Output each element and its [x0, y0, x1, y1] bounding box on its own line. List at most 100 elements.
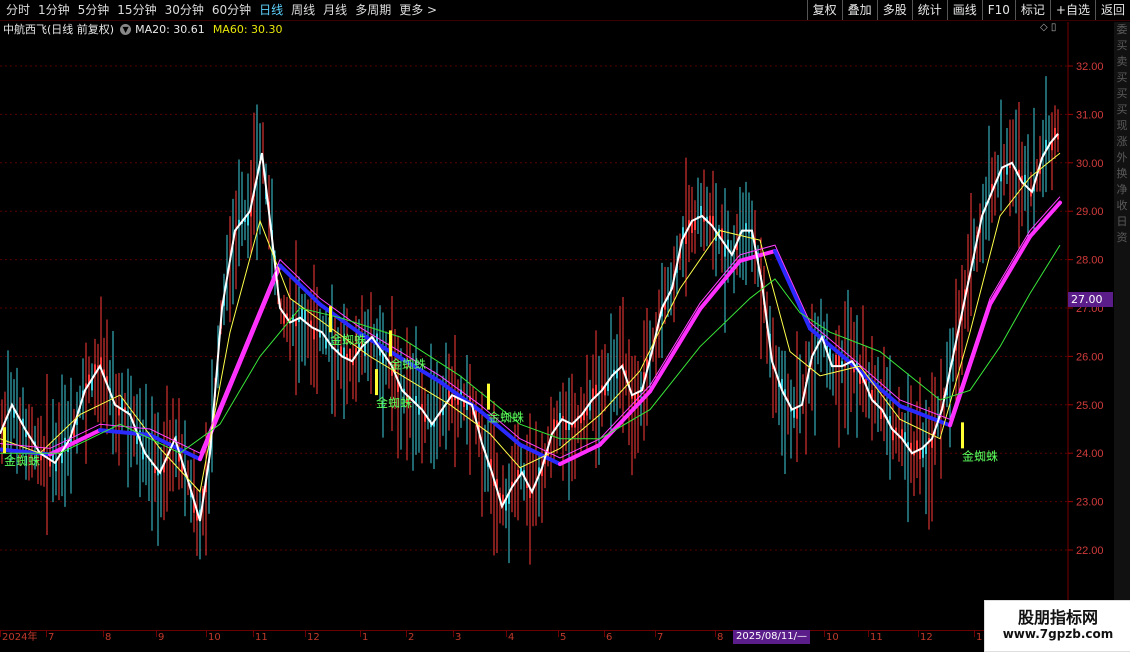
date-tick: [824, 631, 825, 637]
date-label: 11: [870, 632, 883, 643]
strip-char: 买: [1116, 39, 1128, 52]
signal-bar: [389, 330, 392, 357]
date-tick: [305, 631, 306, 637]
y-tick-label: 32.00: [1076, 61, 1104, 73]
signal-label: 金蜘蛛: [330, 332, 366, 347]
side-panel-strip[interactable]: 委买卖买买买现涨外换净收日资: [1114, 22, 1130, 622]
date-tick: [46, 631, 47, 637]
candle-body: [745, 223, 747, 231]
date-label: 2: [408, 632, 415, 643]
date-label: 12: [307, 632, 320, 643]
date-tick: [655, 631, 656, 637]
date-tick: [918, 631, 919, 637]
signal-bar: [375, 369, 378, 396]
watermark-title: 股朋指标网: [1017, 608, 1098, 627]
strip-char: 卖: [1116, 55, 1128, 68]
strip-char: 日: [1116, 215, 1128, 228]
signal-bar: [487, 383, 490, 410]
date-tick: [0, 631, 1, 637]
strip-char: 委: [1116, 23, 1128, 36]
trend-segment: [198, 360, 242, 462]
date-label: 6: [606, 632, 613, 643]
date-tick: [558, 631, 559, 637]
date-label: 3: [455, 632, 462, 643]
y-tick-label: 23.00: [1076, 497, 1104, 509]
strip-char: 买: [1116, 71, 1128, 84]
date-tick: [974, 631, 975, 637]
date-label: 8: [717, 632, 724, 643]
price-axis: 32.0031.0030.0029.0028.0027.0026.0025.00…: [1068, 61, 1104, 557]
strip-char: 资: [1116, 231, 1128, 244]
signal-label: 金蜘蛛: [962, 448, 998, 463]
date-label: 12: [920, 632, 933, 643]
signal-bar: [329, 306, 332, 333]
signal-label: 金蜘蛛: [4, 453, 40, 468]
trend-segment: [238, 263, 282, 365]
date-tick: [453, 631, 454, 637]
date-axis: 2024年7891011121234567891011121: [0, 630, 1068, 645]
watermark-url: www.7gpzb.com: [1002, 627, 1114, 641]
candle-body: [634, 393, 636, 406]
signal-label: 金蜘蛛: [488, 410, 524, 425]
y-tick-label: 29.00: [1076, 206, 1104, 218]
date-tick: [406, 631, 407, 637]
strip-char: 收: [1116, 199, 1128, 212]
strip-char: 净: [1116, 183, 1128, 196]
cursor-date-label: 2025/08/11/—: [733, 630, 811, 644]
date-label: 7: [657, 632, 664, 643]
date-tick: [253, 631, 254, 637]
strip-char: 买: [1116, 103, 1128, 116]
y-tick-label: 25.00: [1076, 400, 1104, 412]
date-tick: [156, 631, 157, 637]
strip-char: 换: [1116, 167, 1128, 180]
date-label: 4: [508, 632, 515, 643]
candle-body: [916, 440, 918, 451]
candle-body: [838, 354, 840, 367]
date-tick: [206, 631, 207, 637]
date-tick: [868, 631, 869, 637]
current-price-label: 27.00: [1068, 292, 1113, 307]
trend-segment: [598, 389, 652, 447]
signal-bar: [3, 427, 6, 454]
candle-body: [313, 328, 315, 340]
y-tick-label: 28.00: [1076, 255, 1104, 267]
date-label: 10: [208, 632, 221, 643]
date-label: 1: [362, 632, 369, 643]
candlesticks: [1, 76, 1059, 565]
date-label: 1: [976, 632, 983, 643]
trend-segment: [648, 307, 702, 394]
date-label: 9: [158, 632, 165, 643]
date-tick: [604, 631, 605, 637]
signal-label: 金蜘蛛: [376, 395, 412, 410]
y-tick-label: 22.00: [1076, 545, 1104, 557]
date-label: 7: [48, 632, 55, 643]
strip-char: 外: [1116, 151, 1128, 164]
signal-label: 金蜘蛛: [390, 356, 426, 371]
date-label: 5: [560, 632, 567, 643]
candle-body: [349, 348, 351, 361]
candle-body: [121, 398, 123, 410]
candle-body: [694, 219, 696, 231]
date-label: 10: [826, 632, 839, 643]
strip-char: 买: [1116, 87, 1128, 100]
candle-body: [343, 347, 345, 358]
date-tick: [103, 631, 104, 637]
y-tick-label: 26.00: [1076, 351, 1104, 363]
date-tick: [715, 631, 716, 637]
date-label: 11: [255, 632, 268, 643]
date-label: 8: [105, 632, 112, 643]
kline-chart[interactable]: 32.00 31.00 30.00 29.00 28.00 27.00 26.00 25.00…: [0, 0, 1130, 650]
trend-segment: [988, 234, 1032, 307]
date-tick: [360, 631, 361, 637]
y-tick-label: 31.00: [1076, 109, 1104, 121]
candle-body: [700, 206, 702, 217]
candle-body: [796, 407, 798, 419]
moving-averages: [0, 133, 1061, 522]
y-tick-label: 24.00: [1076, 448, 1104, 460]
candle-body: [835, 354, 837, 367]
strip-char: 涨: [1116, 135, 1128, 148]
signal-bar: [961, 422, 964, 449]
watermark-logo: 股朋指标网 www.7gpzb.com: [984, 600, 1130, 652]
date-label: 2024年: [2, 632, 38, 643]
y-tick-label: 30.00: [1076, 158, 1104, 170]
